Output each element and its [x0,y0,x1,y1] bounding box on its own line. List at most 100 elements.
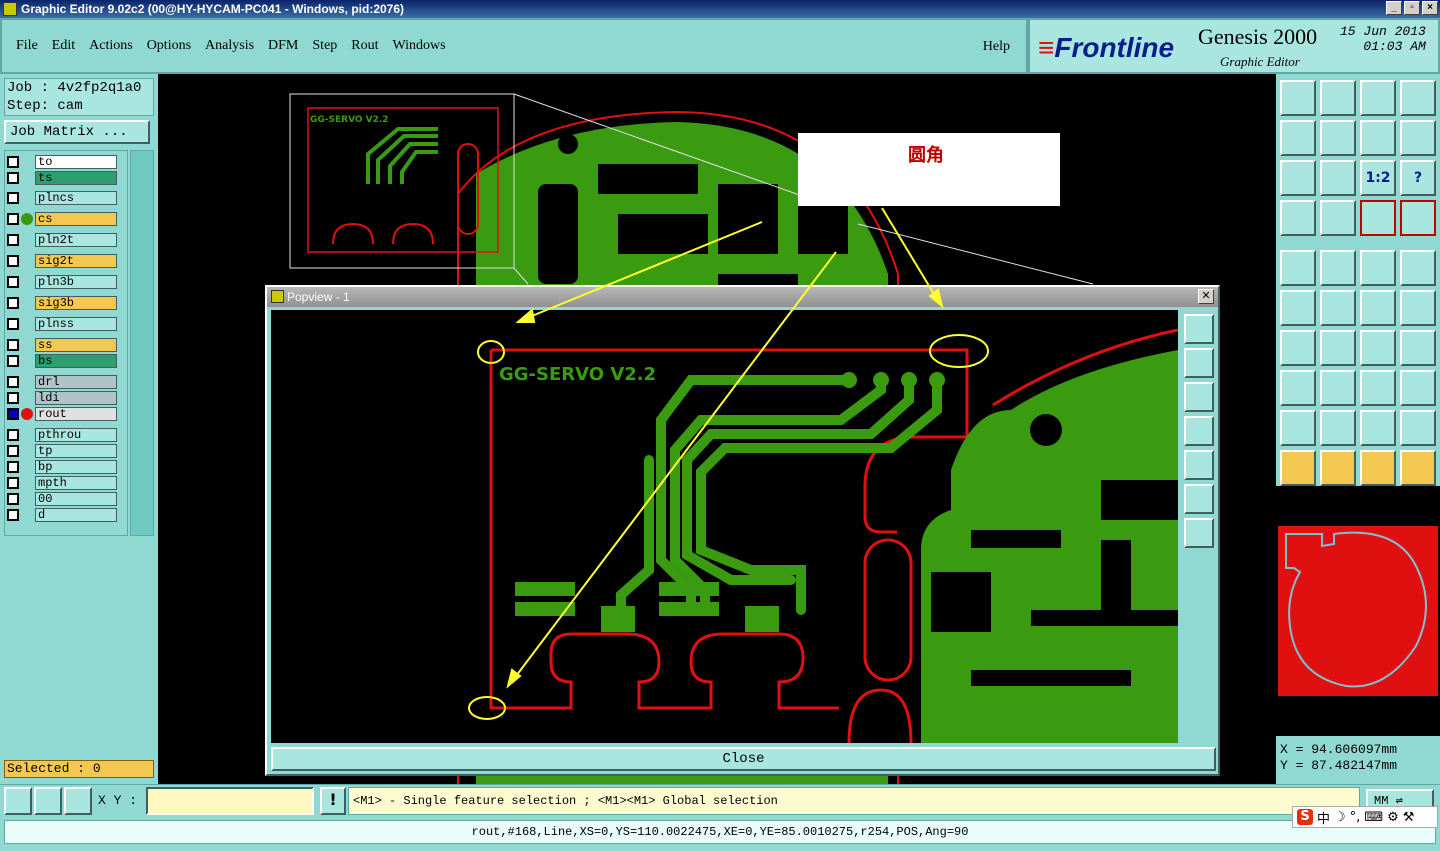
popview-zoom-icon[interactable] [1184,314,1214,344]
layer-display-dot[interactable] [21,355,33,367]
layer-row-ldi[interactable]: ldi [7,391,117,405]
layer-checkbox[interactable] [7,156,19,168]
layer-display-dot[interactable] [21,276,33,288]
a-frame-icon[interactable] [1360,410,1396,446]
layer-display-dot[interactable] [21,461,33,473]
layer-row-cs[interactable]: cs [7,212,117,226]
layer-display-dot[interactable] [21,255,33,267]
layer-checkbox[interactable] [7,392,19,404]
close-window-button[interactable]: × [1422,1,1438,15]
move-right-icon[interactable] [1320,120,1356,156]
snap-icon[interactable] [4,787,32,815]
ime-chinese-mode[interactable]: 中 [1317,808,1330,827]
layer-row-sig2t[interactable]: sig2t [7,254,117,268]
layer-checkbox[interactable] [7,339,19,351]
layer-checkbox[interactable] [7,355,19,367]
home-up-icon[interactable] [1280,80,1316,116]
layer-checkbox[interactable] [7,445,19,457]
layer-row-ss[interactable]: ss [7,338,117,352]
undo-icon[interactable] [1360,120,1396,156]
popview-close-icon[interactable]: ✕ [1198,289,1214,304]
maximize-button[interactable]: ▫ [1404,1,1420,15]
angle-icon[interactable] [1280,330,1316,366]
node-icon[interactable] [1280,370,1316,406]
pointer-move-icon[interactable] [1400,450,1436,486]
layer-display-dot[interactable] [21,477,33,489]
divider-icon[interactable] [1320,370,1356,406]
layers-alt-icon[interactable] [1400,200,1436,236]
ruler-icon[interactable] [1360,250,1396,286]
menu-edit[interactable]: Edit [52,38,75,54]
layer-row-bs[interactable]: bs [7,354,117,368]
layer-display-dot[interactable] [21,429,33,441]
menu-windows[interactable]: Windows [393,38,446,54]
scale-icon[interactable]: 1:2 [1360,160,1396,196]
arrow-icon[interactable] [1400,290,1436,326]
popview-fit-icon[interactable] [1184,484,1214,514]
popview-pan-left-icon[interactable] [1184,416,1214,446]
pointer-alt-icon[interactable] [1360,450,1396,486]
ime-moon-icon[interactable]: ☽ [1334,810,1346,825]
measure-icon[interactable] [1360,370,1396,406]
layer-checkbox[interactable] [7,376,19,388]
draw-icon[interactable] [1320,250,1356,286]
layer-checkbox[interactable] [7,461,19,473]
layer-row-d[interactable]: d [7,508,117,522]
menu-step[interactable]: Step [312,38,337,54]
layer-checkbox[interactable] [7,318,19,330]
layer-row-plncs[interactable]: plncs [7,191,117,205]
layer-checkbox[interactable] [7,172,19,184]
menu-file[interactable]: File [16,38,38,54]
layer-row-pln2t[interactable]: pln2t [7,233,117,247]
layer-checkbox[interactable] [7,429,19,441]
popview-center-icon[interactable] [1184,518,1214,548]
layer-checkbox[interactable] [7,276,19,288]
menu-actions[interactable]: Actions [89,38,133,54]
menu-options[interactable]: Options [147,38,191,54]
a-icon[interactable] [1320,410,1356,446]
layer-display-dot[interactable] [21,318,33,330]
layer-checkbox[interactable] [7,255,19,267]
overview-map[interactable] [1276,486,1440,736]
ime-keyboard-icon[interactable]: ⌨ [1364,810,1383,825]
popview-close-button[interactable]: Close [271,747,1216,771]
popview-pan-up-icon[interactable] [1184,348,1214,378]
menu-analysis[interactable]: Analysis [205,38,254,54]
move-left-icon[interactable] [1280,120,1316,156]
layer-checkbox[interactable] [7,297,19,309]
layer-row-mpth[interactable]: mpth [7,476,117,490]
layer-row-ts[interactable]: ts [7,171,117,185]
ime-punct-icon[interactable]: °, [1350,810,1361,825]
alert-button[interactable]: ! [320,787,346,815]
layer-display-dot[interactable] [21,376,33,388]
layer-row-plnss[interactable]: plnss [7,317,117,331]
help-icon[interactable]: ? [1400,160,1436,196]
popview-pan-right-icon[interactable] [1184,450,1214,480]
layers-icon[interactable] [1360,200,1396,236]
layer-row-pthrou[interactable]: pthrou [7,428,117,442]
fit-icon[interactable] [1280,160,1316,196]
layer-checkbox[interactable] [7,493,19,505]
layer-display-dot[interactable] [21,509,33,521]
popview-canvas[interactable]: GG-SERVO V2.2 [271,310,1178,743]
layer-row-sig3b[interactable]: sig3b [7,296,117,310]
select-area-icon[interactable] [1400,250,1436,286]
connect-icon[interactable] [1280,290,1316,326]
popview-pan-down-icon[interactable] [1184,382,1214,412]
popview-titlebar[interactable]: Popview - 1 ✕ [267,287,1218,307]
grid-icon[interactable] [64,787,92,815]
home-down-icon[interactable] [1320,80,1356,116]
job-matrix-button[interactable]: Job Matrix ... [4,120,150,144]
triangle-icon[interactable] [1280,410,1316,446]
menu-help[interactable]: Help [983,39,1010,55]
xy-input[interactable] [146,787,314,815]
cross-icon[interactable] [1320,290,1356,326]
config-icon[interactable] [1280,200,1316,236]
layer-display-dot[interactable] [21,339,33,351]
layer-checkbox[interactable] [7,192,19,204]
layer-row-to[interactable]: to [7,155,117,169]
layer-checkbox[interactable] [7,477,19,489]
layer-row-rout[interactable]: rout [7,407,117,421]
layer-display-dot[interactable] [21,192,33,204]
pointer-icon[interactable] [1280,450,1316,486]
